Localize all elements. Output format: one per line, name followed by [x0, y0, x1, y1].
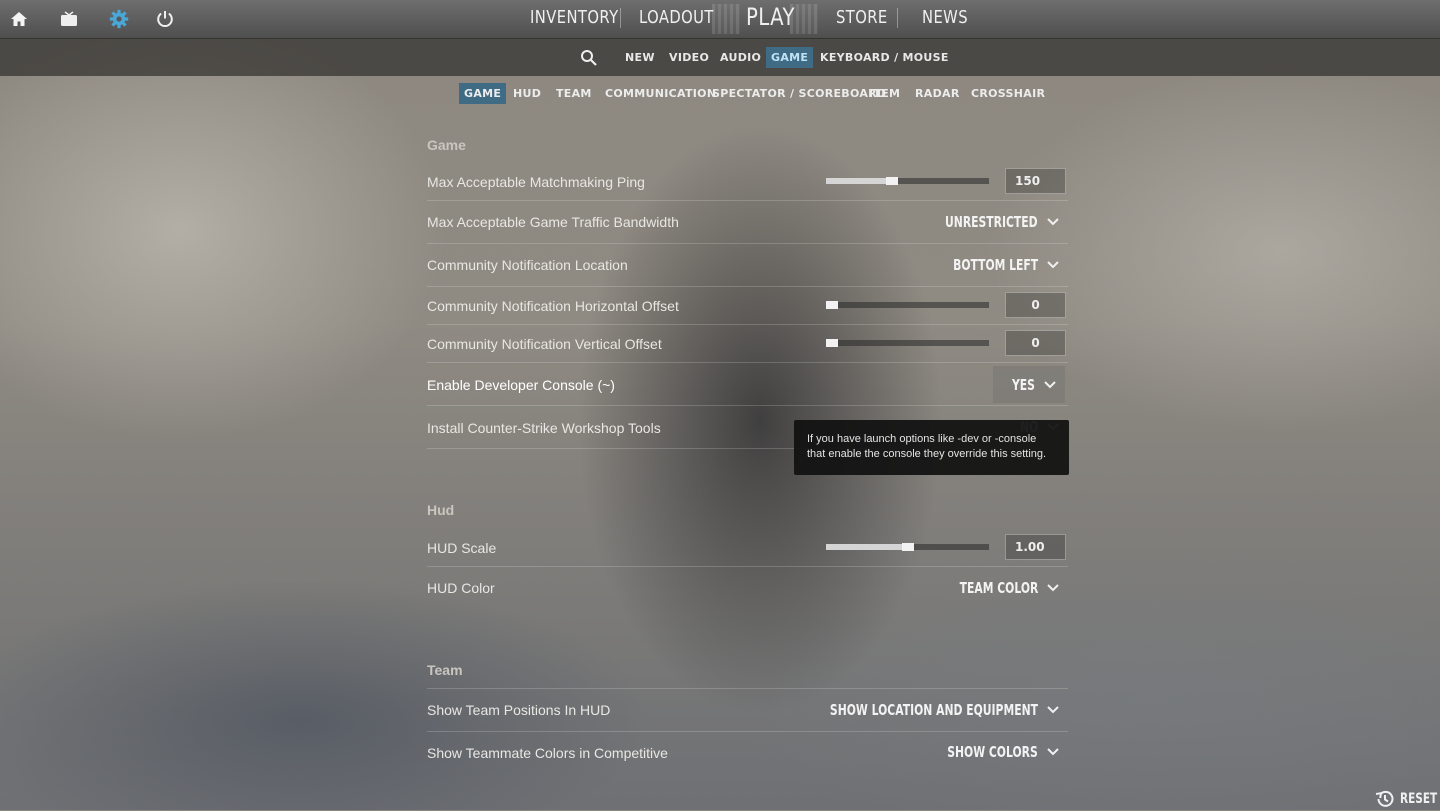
setting-label: Enable Developer Console (~): [427, 377, 615, 393]
setting-label: Install Counter-Strike Workshop Tools: [427, 420, 661, 436]
chevron-down-icon: [1038, 209, 1068, 235]
tab-item[interactable]: ITEM: [864, 83, 905, 104]
slider-thumb[interactable]: [826, 339, 838, 347]
reset-label: RESET: [1400, 791, 1438, 807]
chevron-down-icon: [1038, 697, 1068, 723]
setting-row-teammate-colors: Show Teammate Colors in Competitive SHOW…: [427, 731, 1068, 761]
chevron-down-icon: [1038, 739, 1068, 765]
tooltip-line: that enable the console they override th…: [807, 448, 1047, 460]
ping-value-input[interactable]: 150: [1005, 168, 1066, 194]
slider-thumb[interactable]: [886, 177, 898, 185]
tab-radar[interactable]: RADAR: [910, 83, 965, 104]
subnav-audio[interactable]: AUDIO: [715, 47, 766, 68]
subnav-new[interactable]: NEW: [620, 47, 660, 68]
section-heading-team: Team: [427, 662, 463, 678]
nav-play[interactable]: PLAY: [746, 2, 795, 31]
section-heading-game: Game: [427, 137, 466, 153]
section-heading-hud: Hud: [427, 502, 455, 518]
notification-location-dropdown[interactable]: BOTTOM LEFT: [920, 252, 1068, 278]
slider-fill: [826, 178, 892, 184]
setting-row-team-positions: Show Team Positions In HUD SHOW LOCATION…: [427, 688, 1068, 732]
dropdown-value: TEAM COLOR: [959, 579, 1038, 597]
setting-row-notification-v-offset: Community Notification Vertical Offset 0: [427, 325, 1068, 363]
dropdown-value: UNRESTRICTED: [945, 213, 1038, 231]
nav-divider: [897, 8, 898, 28]
tab-crosshair[interactable]: CROSSHAIR: [966, 83, 1050, 104]
hud-color-dropdown[interactable]: TEAM COLOR: [929, 575, 1068, 601]
setting-row-traffic-bandwidth: Max Acceptable Game Traffic Bandwidth UN…: [427, 201, 1068, 244]
horizontal-offset-slider[interactable]: [826, 301, 989, 309]
main-nav: INVENTORY LOADOUT PLAY STORE NEWS: [0, 0, 1440, 38]
setting-row-developer-console: Enable Developer Console (~) YES: [427, 363, 1068, 406]
tab-game[interactable]: GAME: [459, 83, 507, 104]
reset-history-icon: [1374, 788, 1396, 810]
setting-label: HUD Scale: [427, 540, 497, 556]
vertical-offset-input[interactable]: 0: [1005, 330, 1066, 356]
settings-subnav: NEW VIDEO AUDIO GAME KEYBOARD / MOUSE: [0, 38, 1440, 76]
setting-label: Show Teammate Colors in Competitive: [427, 745, 668, 761]
dropdown-value: BOTTOM LEFT: [952, 256, 1038, 274]
tab-hud[interactable]: HUD: [508, 83, 546, 104]
setting-row-notification-h-offset: Community Notification Horizontal Offset…: [427, 287, 1068, 325]
nav-loadout[interactable]: LOADOUT: [639, 4, 714, 32]
developer-console-tooltip: If you have launch options like -dev or …: [794, 420, 1069, 475]
top-bar: INVENTORY LOADOUT PLAY STORE NEWS: [0, 0, 1440, 39]
ping-slider[interactable]: [826, 177, 989, 185]
slider-fill: [826, 544, 908, 550]
reset-button[interactable]: RESET: [1374, 787, 1440, 811]
slider-thumb[interactable]: [902, 543, 914, 551]
subnav-keyboard-mouse[interactable]: KEYBOARD / MOUSE: [815, 47, 954, 68]
subnav-game[interactable]: GAME: [766, 47, 814, 68]
hud-scale-input[interactable]: 1.00: [1005, 534, 1066, 560]
bandwidth-dropdown[interactable]: UNRESTRICTED: [909, 209, 1068, 235]
setting-label: Max Acceptable Matchmaking Ping: [427, 174, 645, 190]
search-icon[interactable]: [580, 49, 598, 67]
setting-label: HUD Color: [427, 580, 495, 596]
play-highlight: [712, 4, 740, 34]
chevron-down-icon: [1038, 575, 1068, 601]
dropdown-value: YES: [1012, 375, 1035, 394]
setting-row-notification-location: Community Notification Location BOTTOM L…: [427, 244, 1068, 287]
setting-label: Max Acceptable Game Traffic Bandwidth: [427, 214, 679, 230]
nav-news[interactable]: NEWS: [922, 4, 968, 32]
dropdown-value: SHOW LOCATION AND EQUIPMENT: [829, 701, 1038, 719]
horizontal-offset-input[interactable]: 0: [1005, 292, 1066, 318]
setting-label: Community Notification Vertical Offset: [427, 336, 662, 352]
slider-thumb[interactable]: [826, 301, 838, 309]
hud-scale-slider[interactable]: [826, 543, 989, 551]
vertical-offset-slider[interactable]: [826, 339, 989, 347]
setting-row-hud-color: HUD Color TEAM COLOR: [427, 567, 1068, 609]
chevron-down-icon: [1035, 372, 1065, 398]
developer-console-dropdown[interactable]: YES: [993, 366, 1065, 403]
setting-label: Community Notification Horizontal Offset: [427, 298, 679, 314]
nav-inventory[interactable]: INVENTORY: [530, 4, 619, 32]
setting-row-hud-scale: HUD Scale 1.00: [427, 528, 1068, 567]
tab-communication[interactable]: COMMUNICATION: [600, 83, 721, 104]
setting-label: Show Team Positions In HUD: [427, 702, 611, 718]
chevron-down-icon: [1038, 252, 1068, 278]
team-positions-dropdown[interactable]: SHOW LOCATION AND EQUIPMENT: [749, 697, 1068, 723]
setting-row-matchmaking-ping: Max Acceptable Matchmaking Ping 150: [427, 163, 1068, 201]
nav-divider: [620, 8, 621, 28]
tab-team[interactable]: TEAM: [551, 83, 597, 104]
teammate-colors-dropdown[interactable]: SHOW COLORS: [912, 739, 1068, 765]
dropdown-value: SHOW COLORS: [947, 743, 1038, 761]
nav-store[interactable]: STORE: [836, 4, 888, 32]
tooltip-line: If you have launch options like -dev or …: [807, 433, 1037, 445]
subnav-video[interactable]: VIDEO: [664, 47, 714, 68]
setting-label: Community Notification Location: [427, 257, 628, 273]
